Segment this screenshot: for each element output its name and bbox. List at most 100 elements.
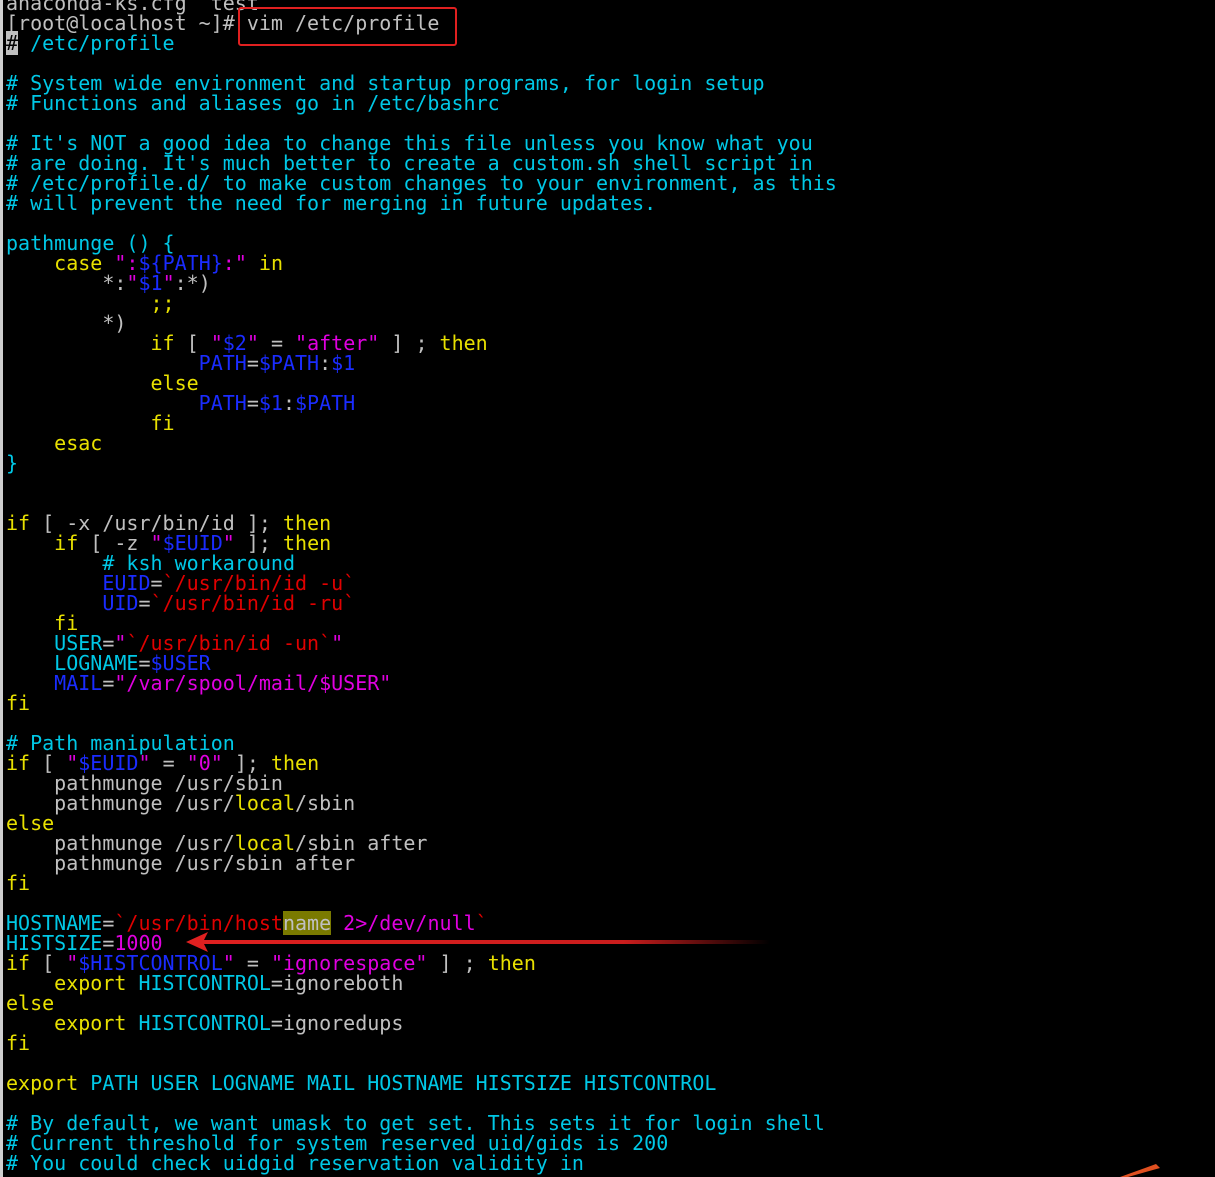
terminal-text: ;; bbox=[150, 291, 175, 315]
terminal-text: $PATH bbox=[295, 391, 356, 415]
command-highlight-box bbox=[238, 7, 457, 46]
terminal-text: local bbox=[234, 791, 295, 815]
terminal-text: fi bbox=[6, 1031, 31, 1055]
terminal-vim-buffer[interactable]: anaconda-ks.cfg test [root@localhost ~]# … bbox=[6, 0, 1211, 1173]
terminal-text: =ignoreboth bbox=[270, 971, 404, 995]
terminal-text: : bbox=[319, 351, 332, 375]
terminal-line: if [ "$EUID" = "0" ]; then bbox=[6, 753, 1211, 773]
terminal-line: pathmunge /usr/sbin after bbox=[6, 853, 1211, 873]
terminal-line: [root@localhost ~]# vim /etc/profile bbox=[6, 13, 1211, 33]
terminal-text: PATH bbox=[198, 351, 247, 375]
terminal-line: UID=`/usr/bin/id -ru` bbox=[6, 593, 1211, 613]
terminal-text: in bbox=[258, 251, 284, 275]
terminal-line: # /etc/profile bbox=[6, 31, 1211, 55]
terminal-text: "/var/spool/mail/$USER" bbox=[114, 671, 392, 695]
terminal-line: case ":${PATH}:" in bbox=[6, 253, 1211, 273]
terminal-line: else bbox=[6, 993, 1211, 1013]
terminal-text: # will prevent the need for merging in f… bbox=[6, 191, 657, 215]
terminal-line: pathmunge () { bbox=[6, 233, 1211, 253]
terminal-line: if [ -z "$EUID" ]; then bbox=[6, 533, 1211, 553]
terminal-line: fi bbox=[6, 413, 1211, 433]
terminal-line: pathmunge /usr/local/sbin after bbox=[6, 833, 1211, 853]
terminal-line: # System wide environment and startup pr… bbox=[6, 73, 1211, 93]
terminal-line: # Current threshold for system reserved … bbox=[6, 1133, 1211, 1153]
terminal-text: UID bbox=[102, 591, 139, 615]
terminal-text: } bbox=[6, 451, 19, 475]
terminal-line: # It's NOT a good idea to change this fi… bbox=[6, 133, 1211, 153]
terminal-line: # By default, we want umask to get set. … bbox=[6, 1113, 1211, 1133]
terminal-text: :" bbox=[222, 251, 247, 275]
terminal-text: $PATH bbox=[258, 351, 320, 375]
terminal-line: esac bbox=[6, 433, 1211, 453]
terminal-text: $1 bbox=[331, 351, 356, 375]
terminal-text: esac bbox=[54, 431, 103, 455]
terminal-line: MAIL="/var/spool/mail/$USER" bbox=[6, 673, 1211, 693]
terminal-line: # You could check uidgid reservation val… bbox=[6, 1153, 1211, 1173]
terminal-text: then bbox=[439, 331, 488, 355]
terminal-line: } bbox=[6, 453, 1211, 473]
terminal-line: fi bbox=[6, 613, 1211, 633]
terminal-line: else bbox=[6, 373, 1211, 393]
partial-arrow-icon bbox=[1120, 1164, 1160, 1177]
terminal-text: PATH bbox=[198, 391, 247, 415]
terminal-line: fi bbox=[6, 1033, 1211, 1053]
terminal-line: fi bbox=[6, 693, 1211, 713]
terminal-line: PATH=$PATH:$1 bbox=[6, 353, 1211, 373]
terminal-text: $1 bbox=[258, 391, 283, 415]
terminal-text: fi bbox=[6, 871, 31, 895]
window-left-border bbox=[0, 0, 3, 1177]
terminal-line: EUID=`/usr/bin/id -u` bbox=[6, 573, 1211, 593]
terminal-text: export bbox=[54, 971, 127, 995]
terminal-text: HISTCONTROL bbox=[138, 971, 271, 995]
histsize-arrow-icon bbox=[186, 932, 770, 952]
terminal-line: USER="`/usr/bin/id -un`" bbox=[6, 633, 1211, 653]
terminal-line: ;; bbox=[6, 293, 1211, 313]
terminal-line: else bbox=[6, 813, 1211, 833]
terminal-line: export HISTCONTROL=ignoreboth bbox=[6, 973, 1211, 993]
terminal-line: # Functions and aliases go in /etc/bashr… bbox=[6, 93, 1211, 113]
terminal-line: *) bbox=[6, 313, 1211, 333]
terminal-line: PATH=$1:$PATH bbox=[6, 393, 1211, 413]
terminal-line: export HISTCONTROL=ignoredups bbox=[6, 1013, 1211, 1033]
terminal-text: = bbox=[102, 671, 115, 695]
terminal-text: :*) bbox=[174, 271, 211, 295]
terminal-text: export bbox=[54, 1011, 127, 1035]
terminal-text: export bbox=[6, 1071, 79, 1095]
terminal-text: pathmunge /usr/sbin after bbox=[6, 851, 356, 875]
terminal-line: fi bbox=[6, 873, 1211, 893]
terminal-line: # /etc/profile.d/ to make custom changes… bbox=[6, 173, 1211, 193]
terminal-text: /etc/profile bbox=[18, 31, 175, 55]
terminal-text: =ignoredups bbox=[270, 1011, 404, 1035]
terminal-text: `/usr/bin/id -ru` bbox=[150, 591, 356, 615]
terminal-line: # ksh workaround bbox=[6, 553, 1211, 573]
terminal-text: HISTCONTROL bbox=[138, 1011, 271, 1035]
terminal-text: = bbox=[246, 391, 259, 415]
terminal-text: ] ; bbox=[379, 331, 440, 355]
terminal-line: # are doing. It's much better to create … bbox=[6, 153, 1211, 173]
terminal-line: export PATH USER LOGNAME MAIL HOSTNAME H… bbox=[6, 1073, 1211, 1093]
terminal-text: fi bbox=[6, 691, 31, 715]
terminal-line: *:"$1":*) bbox=[6, 273, 1211, 293]
terminal-line: pathmunge /usr/local/sbin bbox=[6, 793, 1211, 813]
terminal-text: = bbox=[138, 591, 151, 615]
terminal-text: fi bbox=[150, 411, 175, 435]
terminal-text: " bbox=[331, 631, 344, 655]
terminal-text: # Functions and aliases go in /etc/bashr… bbox=[6, 91, 500, 115]
text-cursor: # bbox=[6, 31, 19, 55]
terminal-text: MAIL bbox=[54, 671, 103, 695]
terminal-line: pathmunge /usr/sbin bbox=[6, 773, 1211, 793]
terminal-text: = bbox=[246, 351, 259, 375]
terminal-text: PATH USER LOGNAME MAIL HOSTNAME HISTSIZE… bbox=[90, 1071, 717, 1095]
